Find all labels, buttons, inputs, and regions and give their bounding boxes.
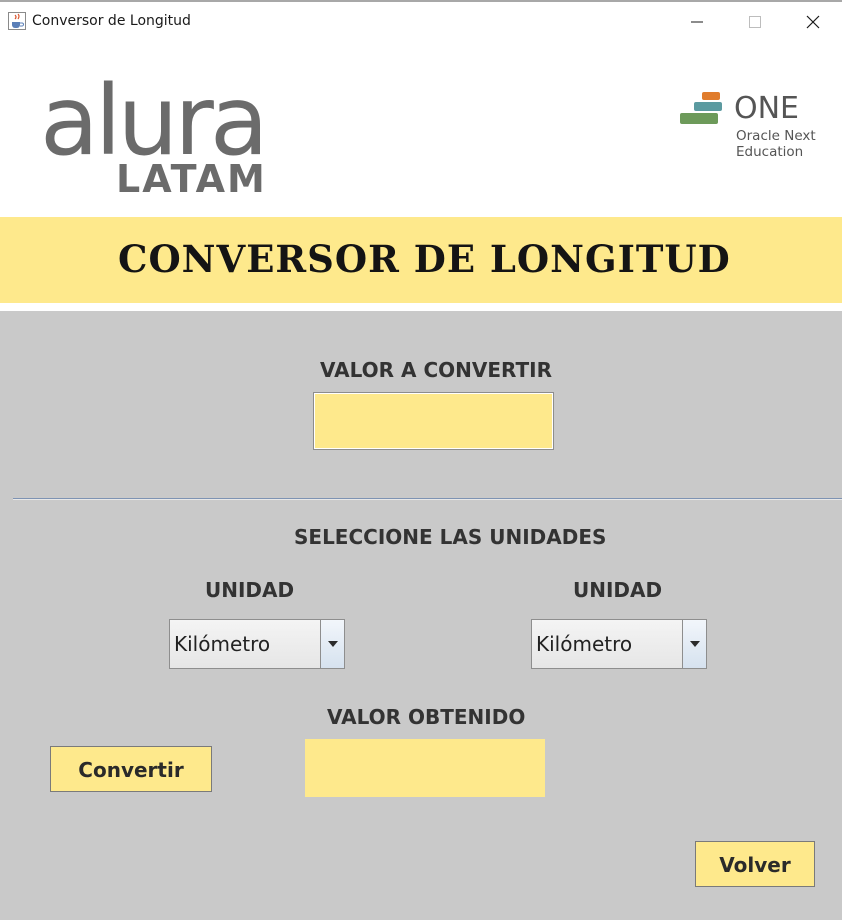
separator-highlight <box>13 499 842 500</box>
oracle-next-education-logo: ONE Oracle Next Education <box>680 91 816 160</box>
value-input[interactable] <box>313 392 554 450</box>
maximize-button[interactable] <box>726 4 784 40</box>
unit-from-label: UNIDAD <box>205 578 295 602</box>
java-cup-icon <box>8 12 26 30</box>
svg-text:Education: Education <box>736 144 803 160</box>
close-icon <box>806 15 820 29</box>
title-banner: CONVERSOR DE LONGITUD <box>0 217 842 303</box>
result-label: VALOR OBTENIDO <box>327 705 526 729</box>
chevron-down-icon <box>327 641 338 647</box>
banner-gap <box>0 303 842 311</box>
unit-to-selected: Kilómetro <box>536 632 633 656</box>
svg-text:ONE: ONE <box>734 91 799 126</box>
page-title: CONVERSOR DE LONGITUD <box>118 237 731 281</box>
unit-from-dropdown-button[interactable] <box>320 620 344 668</box>
unit-to-select[interactable]: Kilómetro <box>531 619 707 669</box>
svg-text:Oracle Next: Oracle Next <box>736 128 816 144</box>
minimize-icon <box>691 21 703 23</box>
app-window: Conversor de Longitud alura LATAM ONE Or… <box>0 0 842 920</box>
maximize-icon <box>749 16 761 28</box>
svg-text:LATAM: LATAM <box>116 157 267 200</box>
chevron-down-icon <box>689 641 700 647</box>
back-button[interactable]: Volver <box>695 841 815 887</box>
unit-from-select[interactable]: Kilómetro <box>169 619 345 669</box>
unit-from-selected: Kilómetro <box>174 632 271 656</box>
unit-to-dropdown-button[interactable] <box>682 620 706 668</box>
convert-button[interactable]: Convertir <box>50 746 212 792</box>
result-output <box>305 739 545 797</box>
alura-latam-logo: alura LATAM <box>40 70 269 200</box>
window-title: Conversor de Longitud <box>32 13 191 29</box>
input-label: VALOR A CONVERTIR <box>320 358 552 382</box>
header-logos: alura LATAM ONE Oracle Next Education <box>0 40 842 217</box>
unit-to-label: UNIDAD <box>573 578 663 602</box>
title-bar[interactable]: Conversor de Longitud <box>0 2 842 40</box>
units-heading: SELECCIONE LAS UNIDADES <box>294 525 607 549</box>
close-button[interactable] <box>784 4 842 40</box>
converter-panel: VALOR A CONVERTIR SELECCIONE LAS UNIDADE… <box>0 311 842 920</box>
minimize-button[interactable] <box>668 4 726 40</box>
